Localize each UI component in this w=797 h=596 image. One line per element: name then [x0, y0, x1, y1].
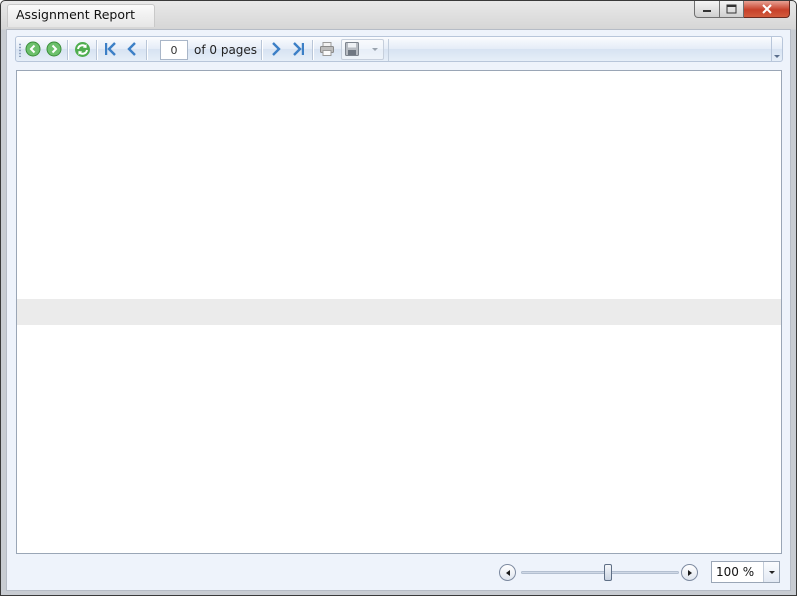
zoom-controls: 100 %: [499, 561, 784, 585]
save-button[interactable]: [344, 41, 360, 61]
page-count-label: of 0 pages: [194, 43, 258, 57]
arrow-right-icon: [46, 41, 62, 57]
report-placeholder-band: [17, 299, 781, 325]
refresh-button[interactable]: [73, 40, 91, 58]
zoom-out-button[interactable]: [499, 564, 516, 581]
chevron-left-icon: [127, 42, 136, 56]
first-page-button[interactable]: [102, 40, 120, 58]
window-controls: [694, 1, 790, 20]
back-button[interactable]: [24, 40, 42, 58]
report-window: Assignment Report 0 of 0 pages 100 %: [0, 0, 797, 596]
save-dropdown[interactable]: [341, 39, 384, 60]
window-title: Assignment Report: [16, 7, 136, 22]
chevron-down-icon: [768, 570, 775, 574]
refresh-icon: [74, 41, 90, 57]
minimize-icon: [703, 10, 711, 12]
report-viewer-area[interactable]: [16, 70, 782, 554]
toolbar-separator: [67, 40, 69, 60]
toolbar-grip[interactable]: [19, 43, 21, 57]
triangle-right-icon: [687, 569, 692, 576]
triangle-left-icon: [505, 569, 510, 576]
next-page-button[interactable]: [267, 40, 285, 58]
report-toolbar: of 0 pages: [15, 36, 783, 62]
minimize-button[interactable]: [694, 1, 720, 18]
toolbar-separator: [312, 40, 314, 60]
zoom-slider-track[interactable]: [521, 571, 679, 574]
last-page-icon: [293, 42, 304, 56]
toolbar-separator: [388, 39, 389, 61]
previous-page-button[interactable]: [123, 40, 141, 58]
forward-button[interactable]: [45, 40, 63, 58]
close-icon: [761, 4, 772, 14]
page-number-input[interactable]: [160, 40, 188, 60]
toolbar-separator: [96, 40, 98, 60]
maximize-button[interactable]: [720, 1, 744, 18]
chevron-right-icon: [272, 42, 281, 56]
toolbar-separator: [261, 40, 263, 60]
zoom-dropdown-button[interactable]: [763, 562, 779, 582]
zoom-level-combobox[interactable]: 100 %: [711, 561, 780, 583]
toolbar-separator: [146, 40, 148, 60]
client-area: of 0 pages: [6, 29, 791, 591]
maximize-icon: [726, 4, 737, 14]
chevron-down-icon: [372, 48, 378, 51]
title-bar[interactable]: Assignment Report: [1, 1, 796, 29]
zoom-level-value: 100 %: [716, 565, 755, 579]
printer-icon: [320, 42, 334, 56]
arrow-left-icon: [25, 41, 41, 57]
print-button[interactable]: [318, 40, 336, 58]
overflow-arrow-icon: [774, 55, 780, 58]
zoom-in-button[interactable]: [681, 564, 698, 581]
first-page-icon: [105, 42, 116, 56]
floppy-disk-icon: [345, 42, 359, 56]
close-button[interactable]: [744, 1, 790, 18]
last-page-button[interactable]: [289, 40, 307, 58]
toolbar-overflow-button[interactable]: [771, 37, 782, 61]
zoom-slider-thumb[interactable]: [604, 564, 612, 581]
